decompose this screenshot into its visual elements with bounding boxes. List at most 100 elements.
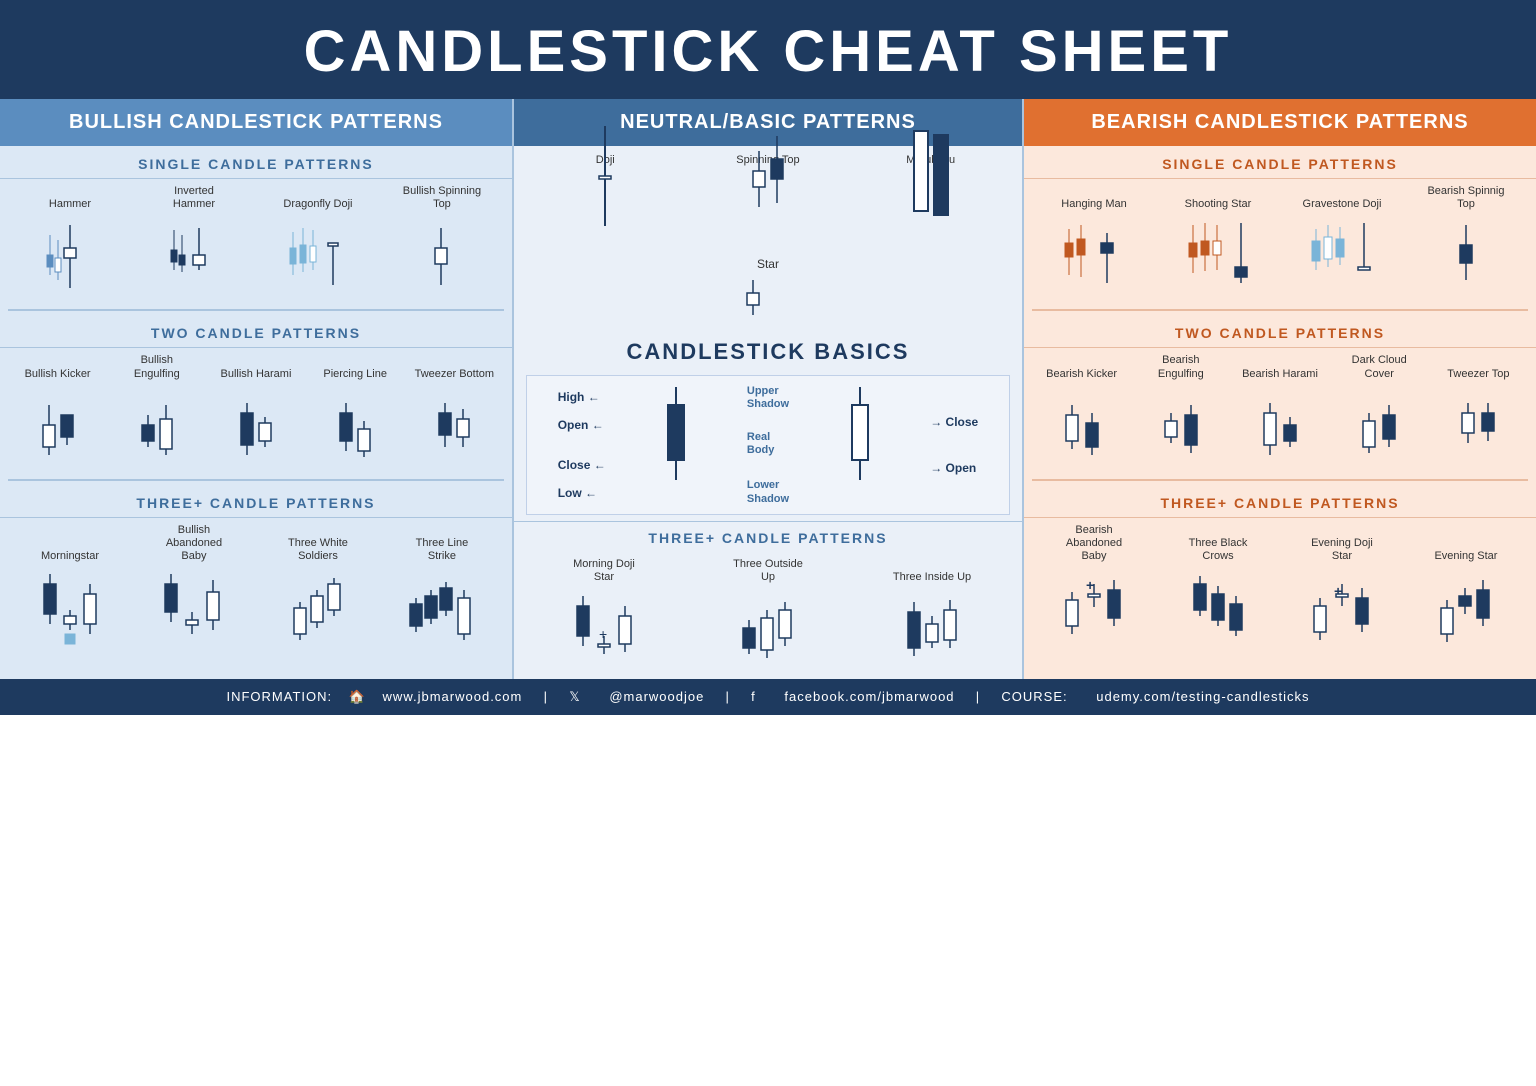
bearish-kicker-candle [1058, 385, 1106, 465]
bearish-divider-1 [1032, 309, 1528, 311]
pattern-spinning-top: Spinning Top [728, 154, 808, 253]
bullish-abandoned-baby-candle [156, 562, 231, 647]
label-close: Close ← [558, 458, 606, 472]
bullish-column: BULLISH CANDLESTICK PATTERNS SINGLE CAND… [0, 99, 512, 679]
bearish-two-title: TWO CANDLE PATTERNS [1024, 315, 1536, 348]
bullish-two-patterns: Bullish Kicker Bullish En [0, 348, 512, 474]
footer-facebook-icon: f [751, 689, 756, 704]
bullish-three-title: THREE+ CANDLE PATTERNS [0, 485, 512, 518]
dragonfly-doji-candle [285, 220, 350, 295]
pattern-morning-doji-star: Morning Doji Star + [564, 558, 644, 670]
pattern-piercing-line: Piercing Line [315, 368, 395, 467]
footer-info-label: INFORMATION: [226, 689, 332, 704]
footer: INFORMATION: 🏠 www.jbmarwood.com | 𝕏 @ma… [0, 679, 1536, 715]
piercing-line-candle [330, 385, 380, 465]
svg-text:+: + [599, 626, 607, 642]
bearish-divider-2 [1032, 479, 1528, 481]
tweezer-bottom-candle [429, 385, 479, 465]
three-outside-up-candle [735, 584, 800, 669]
basics-labels-right: → Close → Open [930, 409, 978, 481]
pattern-bearish-engulfing: Bearish Engulfing [1141, 354, 1221, 466]
pattern-bearish-harami: Bearish Harami [1240, 368, 1320, 467]
pattern-three-outside-up: Three Outside Up [728, 558, 808, 670]
svg-text:+: + [1086, 577, 1094, 593]
pattern-bullish-harami: Bullish Harami [216, 368, 296, 467]
hanging-man-candle [1057, 215, 1132, 295]
bearish-column: BEARISH CANDLESTICK PATTERNS SINGLE CAND… [1024, 99, 1536, 679]
basics-center-labels: UpperShadow RealBody LowerShadow [747, 385, 789, 506]
basics-box: High ← Open ← Close ← Low ← UpperShadow [526, 375, 1010, 515]
bullish-kicker-candle [33, 385, 83, 465]
pattern-inverted-hammer: Inverted Hammer [154, 185, 234, 297]
three-inside-up-candle [900, 584, 965, 669]
bearish-harami-candle [1256, 385, 1304, 465]
neutral-three-title: THREE+ CANDLE PATTERNS [514, 521, 1022, 552]
bearish-three-patterns: Bearish Abandoned Baby + [1024, 518, 1536, 658]
bullish-spinning-top-candle [419, 220, 464, 295]
doji-candle [585, 121, 625, 251]
pattern-three-line-strike: Three Line Strike [402, 537, 482, 649]
columns: BULLISH CANDLESTICK PATTERNS SINGLE CAND… [0, 99, 1536, 679]
label-close-right: → Close [930, 415, 978, 429]
label-lower-shadow: LowerShadow [747, 479, 789, 505]
bearish-single-patterns: Hanging Man [1024, 179, 1536, 305]
basics-flex: High ← Open ← Close ← Low ← UpperShadow [535, 384, 1001, 506]
footer-course-url: udemy.com/testing-candlesticks [1096, 689, 1309, 704]
bearish-engulfing-candle [1157, 385, 1205, 465]
label-high: High ← [558, 390, 606, 404]
basics-bullish-candle [845, 385, 875, 505]
bullish-divider-1 [8, 309, 504, 311]
morningstar-candle [35, 562, 105, 647]
basics-bearish-candle [661, 385, 691, 505]
bullish-two-title: TWO CANDLE PATTERNS [0, 315, 512, 348]
bearish-abandoned-baby-candle: + [1058, 562, 1130, 647]
pattern-bullish-spinning-top: Bullish Spinning Top [402, 185, 482, 297]
footer-twitter: @marwoodjoe [609, 689, 704, 704]
pattern-dragonfly-doji: Dragonfly Doji [278, 198, 358, 297]
pattern-bullish-abandoned-baby: Bullish Abandoned Baby [154, 524, 234, 650]
pattern-bearish-abandoned-baby: Bearish Abandoned Baby + [1054, 524, 1134, 650]
label-upper-shadow: UpperShadow [747, 385, 789, 411]
gravestone-doji-candle [1304, 215, 1379, 295]
morning-doji-star-candle: + [569, 584, 639, 669]
marubozu-candle [906, 121, 956, 251]
bullish-divider-2 [8, 479, 504, 481]
label-open-right: → Open [930, 461, 978, 475]
footer-course-label: COURSE: [1001, 689, 1067, 704]
pattern-evening-doji-star: Evening Doji Star + [1302, 537, 1382, 649]
bullish-single-patterns: Hammer [0, 179, 512, 305]
three-white-soldiers-candle [285, 562, 350, 647]
star-candle [738, 275, 798, 325]
neutral-column: NEUTRAL/BASIC PATTERNS Doji [512, 99, 1024, 679]
pattern-three-inside-up: Three Inside Up [892, 571, 972, 670]
pattern-bullish-engulfing: Bullish Engulfing [117, 354, 197, 466]
header: CANDLESTICK CHEAT SHEET [0, 0, 1536, 99]
neutral-star-candle [514, 275, 1022, 325]
pattern-gravestone-doji: Gravestone Doji [1302, 198, 1382, 297]
bullish-engulfing-candle [132, 385, 182, 465]
pattern-hanging-man: Hanging Man [1054, 198, 1134, 297]
pattern-tweezer-top: Tweezer Top [1438, 368, 1518, 467]
pattern-three-black-crows: Three Black Crows [1178, 537, 1258, 649]
pattern-bullish-kicker: Bullish Kicker [18, 368, 98, 467]
bearish-single-title: SINGLE CANDLE PATTERNS [1024, 146, 1536, 179]
pattern-evening-star: Evening Star [1426, 550, 1506, 649]
evening-star-candle [1433, 562, 1498, 647]
pattern-hammer: Hammer [30, 198, 110, 297]
bearish-spinning-top-candle [1446, 215, 1486, 295]
label-real-body: RealBody [747, 431, 789, 457]
neutral-star-label: Star [514, 257, 1022, 275]
label-open: Open ← [558, 418, 606, 432]
bearish-two-patterns: Bearish Kicker Bearish En [1024, 348, 1536, 474]
pattern-doji: Doji [565, 154, 645, 253]
bullish-single-title: SINGLE CANDLE PATTERNS [0, 146, 512, 179]
page-title: CANDLESTICK CHEAT SHEET [0, 18, 1536, 85]
pattern-bearish-spinning-top: Bearish Spinnig Top [1426, 185, 1506, 297]
pattern-tweezer-bottom: Tweezer Bottom [414, 368, 494, 467]
spinning-top-candle [745, 121, 790, 251]
footer-website: www.jbmarwood.com [383, 689, 523, 704]
inverted-hammer-candle [164, 220, 224, 295]
bearish-header: BEARISH CANDLESTICK PATTERNS [1024, 99, 1536, 146]
shooting-star-candle [1181, 215, 1256, 295]
pattern-bearish-kicker: Bearish Kicker [1042, 368, 1122, 467]
